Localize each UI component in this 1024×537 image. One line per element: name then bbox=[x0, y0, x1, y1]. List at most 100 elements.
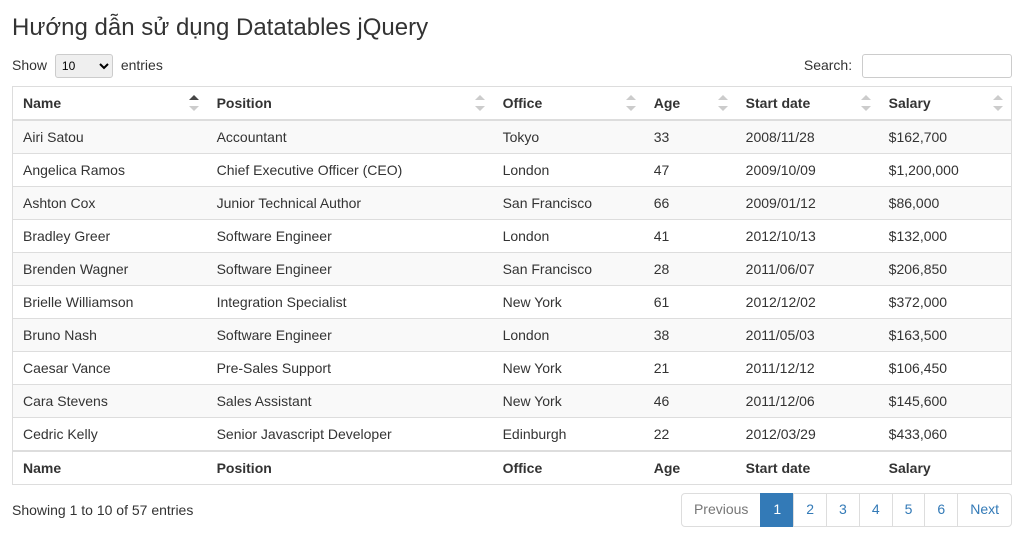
cell-position: Integration Specialist bbox=[207, 286, 493, 319]
column-header-start-date[interactable]: Start date bbox=[736, 87, 879, 121]
table-row: Brielle WilliamsonIntegration Specialist… bbox=[13, 286, 1012, 319]
table-row: Ashton CoxJunior Technical AuthorSan Fra… bbox=[13, 187, 1012, 220]
cell-age: 47 bbox=[644, 154, 736, 187]
column-header-label: Salary bbox=[889, 95, 931, 111]
sort-icon bbox=[189, 95, 199, 111]
column-footer-name: Name bbox=[13, 451, 207, 485]
table-row: Bradley GreerSoftware EngineerLondon4120… bbox=[13, 220, 1012, 253]
cell-salary: $1,200,000 bbox=[879, 154, 1012, 187]
cell-start: 2011/12/12 bbox=[736, 352, 879, 385]
column-header-label: Position bbox=[217, 95, 272, 111]
column-footer-salary: Salary bbox=[879, 451, 1012, 485]
cell-office: New York bbox=[493, 286, 644, 319]
length-prefix: Show bbox=[12, 57, 47, 73]
cell-start: 2012/10/13 bbox=[736, 220, 879, 253]
sort-icon bbox=[475, 95, 485, 111]
table-info: Showing 1 to 10 of 57 entries bbox=[12, 502, 193, 518]
pagination-page-5[interactable]: 5 bbox=[892, 493, 926, 527]
cell-name: Bradley Greer bbox=[13, 220, 207, 253]
pagination-page-3[interactable]: 3 bbox=[826, 493, 860, 527]
pagination-page-2[interactable]: 2 bbox=[793, 493, 827, 527]
cell-age: 46 bbox=[644, 385, 736, 418]
cell-start: 2009/01/12 bbox=[736, 187, 879, 220]
length-control: Show 102550100 entries bbox=[12, 54, 163, 78]
cell-position: Software Engineer bbox=[207, 253, 493, 286]
cell-salary: $163,500 bbox=[879, 319, 1012, 352]
cell-office: San Francisco bbox=[493, 253, 644, 286]
cell-position: Accountant bbox=[207, 120, 493, 154]
cell-age: 22 bbox=[644, 418, 736, 452]
column-header-label: Office bbox=[503, 95, 543, 111]
length-suffix: entries bbox=[121, 57, 163, 73]
column-footer-age: Age bbox=[644, 451, 736, 485]
column-header-office[interactable]: Office bbox=[493, 87, 644, 121]
length-select[interactable]: 102550100 bbox=[55, 54, 113, 78]
cell-name: Ashton Cox bbox=[13, 187, 207, 220]
column-header-label: Start date bbox=[746, 95, 811, 111]
sort-icon bbox=[861, 95, 871, 111]
column-header-label: Age bbox=[654, 95, 680, 111]
cell-salary: $162,700 bbox=[879, 120, 1012, 154]
cell-name: Brenden Wagner bbox=[13, 253, 207, 286]
search-label: Search: bbox=[804, 57, 852, 73]
cell-position: Chief Executive Officer (CEO) bbox=[207, 154, 493, 187]
column-header-label: Name bbox=[23, 95, 61, 111]
cell-age: 38 bbox=[644, 319, 736, 352]
cell-office: Tokyo bbox=[493, 120, 644, 154]
pagination-page-1[interactable]: 1 bbox=[760, 493, 794, 527]
cell-age: 41 bbox=[644, 220, 736, 253]
cell-office: London bbox=[493, 154, 644, 187]
table-row: Brenden WagnerSoftware EngineerSan Franc… bbox=[13, 253, 1012, 286]
cell-name: Cedric Kelly bbox=[13, 418, 207, 452]
column-footer-office: Office bbox=[493, 451, 644, 485]
pagination-page-6[interactable]: 6 bbox=[924, 493, 958, 527]
cell-position: Senior Javascript Developer bbox=[207, 418, 493, 452]
cell-salary: $145,600 bbox=[879, 385, 1012, 418]
cell-start: 2008/11/28 bbox=[736, 120, 879, 154]
cell-name: Brielle Williamson bbox=[13, 286, 207, 319]
cell-name: Cara Stevens bbox=[13, 385, 207, 418]
cell-start: 2011/06/07 bbox=[736, 253, 879, 286]
column-footer-position: Position bbox=[207, 451, 493, 485]
pagination-previous: Previous bbox=[681, 493, 761, 527]
column-footer-start-date: Start date bbox=[736, 451, 879, 485]
cell-name: Bruno Nash bbox=[13, 319, 207, 352]
cell-start: 2012/03/29 bbox=[736, 418, 879, 452]
cell-age: 33 bbox=[644, 120, 736, 154]
cell-age: 66 bbox=[644, 187, 736, 220]
cell-start: 2011/12/06 bbox=[736, 385, 879, 418]
sort-icon bbox=[626, 95, 636, 111]
cell-position: Junior Technical Author bbox=[207, 187, 493, 220]
table-row: Airi SatouAccountantTokyo332008/11/28$16… bbox=[13, 120, 1012, 154]
search-input[interactable] bbox=[862, 54, 1012, 78]
column-header-position[interactable]: Position bbox=[207, 87, 493, 121]
table-row: Angelica RamosChief Executive Officer (C… bbox=[13, 154, 1012, 187]
column-header-salary[interactable]: Salary bbox=[879, 87, 1012, 121]
cell-salary: $106,450 bbox=[879, 352, 1012, 385]
cell-office: San Francisco bbox=[493, 187, 644, 220]
cell-salary: $206,850 bbox=[879, 253, 1012, 286]
pagination-page-4[interactable]: 4 bbox=[859, 493, 893, 527]
sort-icon bbox=[718, 95, 728, 111]
page-title: Hướng dẫn sử dụng Datatables jQuery bbox=[12, 14, 1012, 42]
cell-age: 21 bbox=[644, 352, 736, 385]
cell-age: 28 bbox=[644, 253, 736, 286]
cell-office: New York bbox=[493, 352, 644, 385]
table-row: Cara StevensSales AssistantNew York46201… bbox=[13, 385, 1012, 418]
pagination-next[interactable]: Next bbox=[957, 493, 1012, 527]
column-header-age[interactable]: Age bbox=[644, 87, 736, 121]
cell-position: Sales Assistant bbox=[207, 385, 493, 418]
data-table: NamePositionOfficeAgeStart dateSalary Ai… bbox=[12, 86, 1012, 485]
cell-salary: $86,000 bbox=[879, 187, 1012, 220]
cell-office: New York bbox=[493, 385, 644, 418]
cell-age: 61 bbox=[644, 286, 736, 319]
cell-start: 2012/12/02 bbox=[736, 286, 879, 319]
cell-salary: $372,000 bbox=[879, 286, 1012, 319]
cell-office: London bbox=[493, 220, 644, 253]
cell-salary: $132,000 bbox=[879, 220, 1012, 253]
cell-name: Caesar Vance bbox=[13, 352, 207, 385]
column-header-name[interactable]: Name bbox=[13, 87, 207, 121]
sort-icon bbox=[993, 95, 1003, 111]
table-row: Cedric KellySenior Javascript DeveloperE… bbox=[13, 418, 1012, 452]
cell-name: Angelica Ramos bbox=[13, 154, 207, 187]
